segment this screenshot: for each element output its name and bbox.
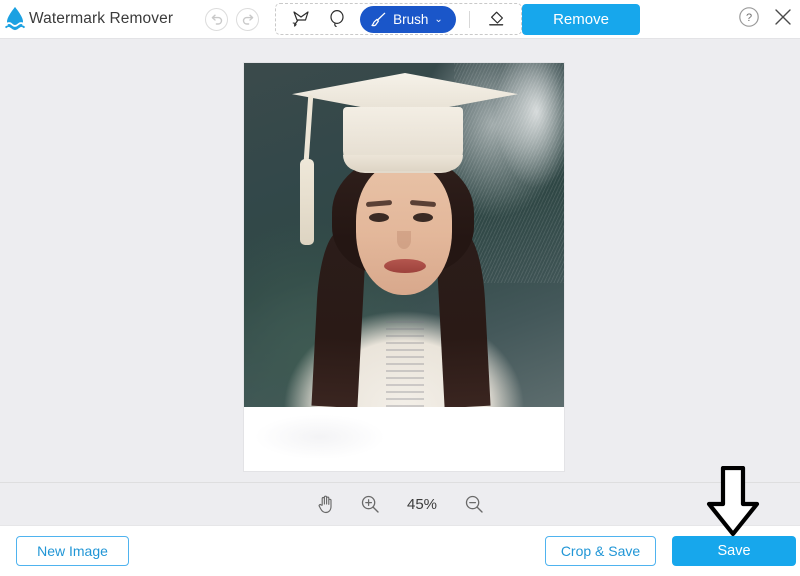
remove-button[interactable]: Remove xyxy=(522,4,640,35)
graduation-portrait-photo xyxy=(244,63,564,407)
brush-icon xyxy=(371,12,386,26)
zoom-in-button[interactable] xyxy=(358,492,382,516)
cleared-watermark-smudge xyxy=(256,415,384,459)
lasso-icon xyxy=(330,9,344,27)
zoom-in-icon xyxy=(361,495,379,513)
photo-gown-placket xyxy=(386,321,424,407)
history-controls xyxy=(205,7,260,31)
zoom-level-value: 45% xyxy=(406,495,438,513)
crop-and-save-button[interactable]: Crop & Save xyxy=(545,536,656,566)
redo-button[interactable] xyxy=(236,7,260,31)
photo-eye-left xyxy=(369,213,389,222)
photo-lips xyxy=(384,259,426,273)
zoom-out-icon xyxy=(465,495,483,513)
photo-face xyxy=(356,163,452,295)
app-header: Watermark Remover Brush ⌄ Remove ? xyxy=(0,0,800,38)
brush-tool-label: Brush xyxy=(393,11,429,27)
close-x-icon[interactable] xyxy=(772,6,794,28)
photo-nose xyxy=(397,231,411,249)
brush-tool-button[interactable]: Brush ⌄ xyxy=(360,5,456,33)
photo-tassel-cord xyxy=(303,94,314,162)
zoom-out-button[interactable] xyxy=(462,492,486,516)
hand-pan-icon xyxy=(318,495,332,514)
photo-tassel xyxy=(300,159,314,245)
svg-text:?: ? xyxy=(746,12,752,24)
photo-cap-band xyxy=(343,155,463,171)
editor-canvas[interactable] xyxy=(0,39,800,482)
undo-button[interactable] xyxy=(205,7,229,31)
lasso-tool-button[interactable] xyxy=(320,6,354,32)
watermark-remover-app: Watermark Remover Brush ⌄ Remove ? 45% N… xyxy=(0,0,800,576)
undo-arrow-icon xyxy=(211,14,222,25)
hand-tool-button[interactable] xyxy=(314,492,338,516)
photo-canvas[interactable] xyxy=(244,63,564,471)
eraser-icon xyxy=(488,11,504,26)
question-circle-icon[interactable]: ? xyxy=(738,6,760,28)
tool-divider xyxy=(468,10,470,28)
header-right-controls: ? xyxy=(738,6,794,28)
eraser-tool-button[interactable] xyxy=(479,6,513,32)
water-drop-logo-icon xyxy=(4,7,26,31)
marquee-tool-button[interactable] xyxy=(284,6,318,32)
save-button[interactable]: Save xyxy=(672,536,796,566)
brand: Watermark Remover xyxy=(4,6,173,32)
new-image-button[interactable]: New Image xyxy=(16,536,129,566)
tool-group: Brush ⌄ xyxy=(275,3,522,35)
photo-eye-right xyxy=(413,213,433,222)
redo-arrow-icon xyxy=(242,14,253,25)
brand-title: Watermark Remover xyxy=(29,10,174,27)
magic-select-icon xyxy=(292,11,309,27)
zoom-toolbar: 45% xyxy=(0,482,800,525)
chevron-down-icon: ⌄ xyxy=(434,13,443,25)
down-arrow-annotation-icon xyxy=(706,466,760,537)
